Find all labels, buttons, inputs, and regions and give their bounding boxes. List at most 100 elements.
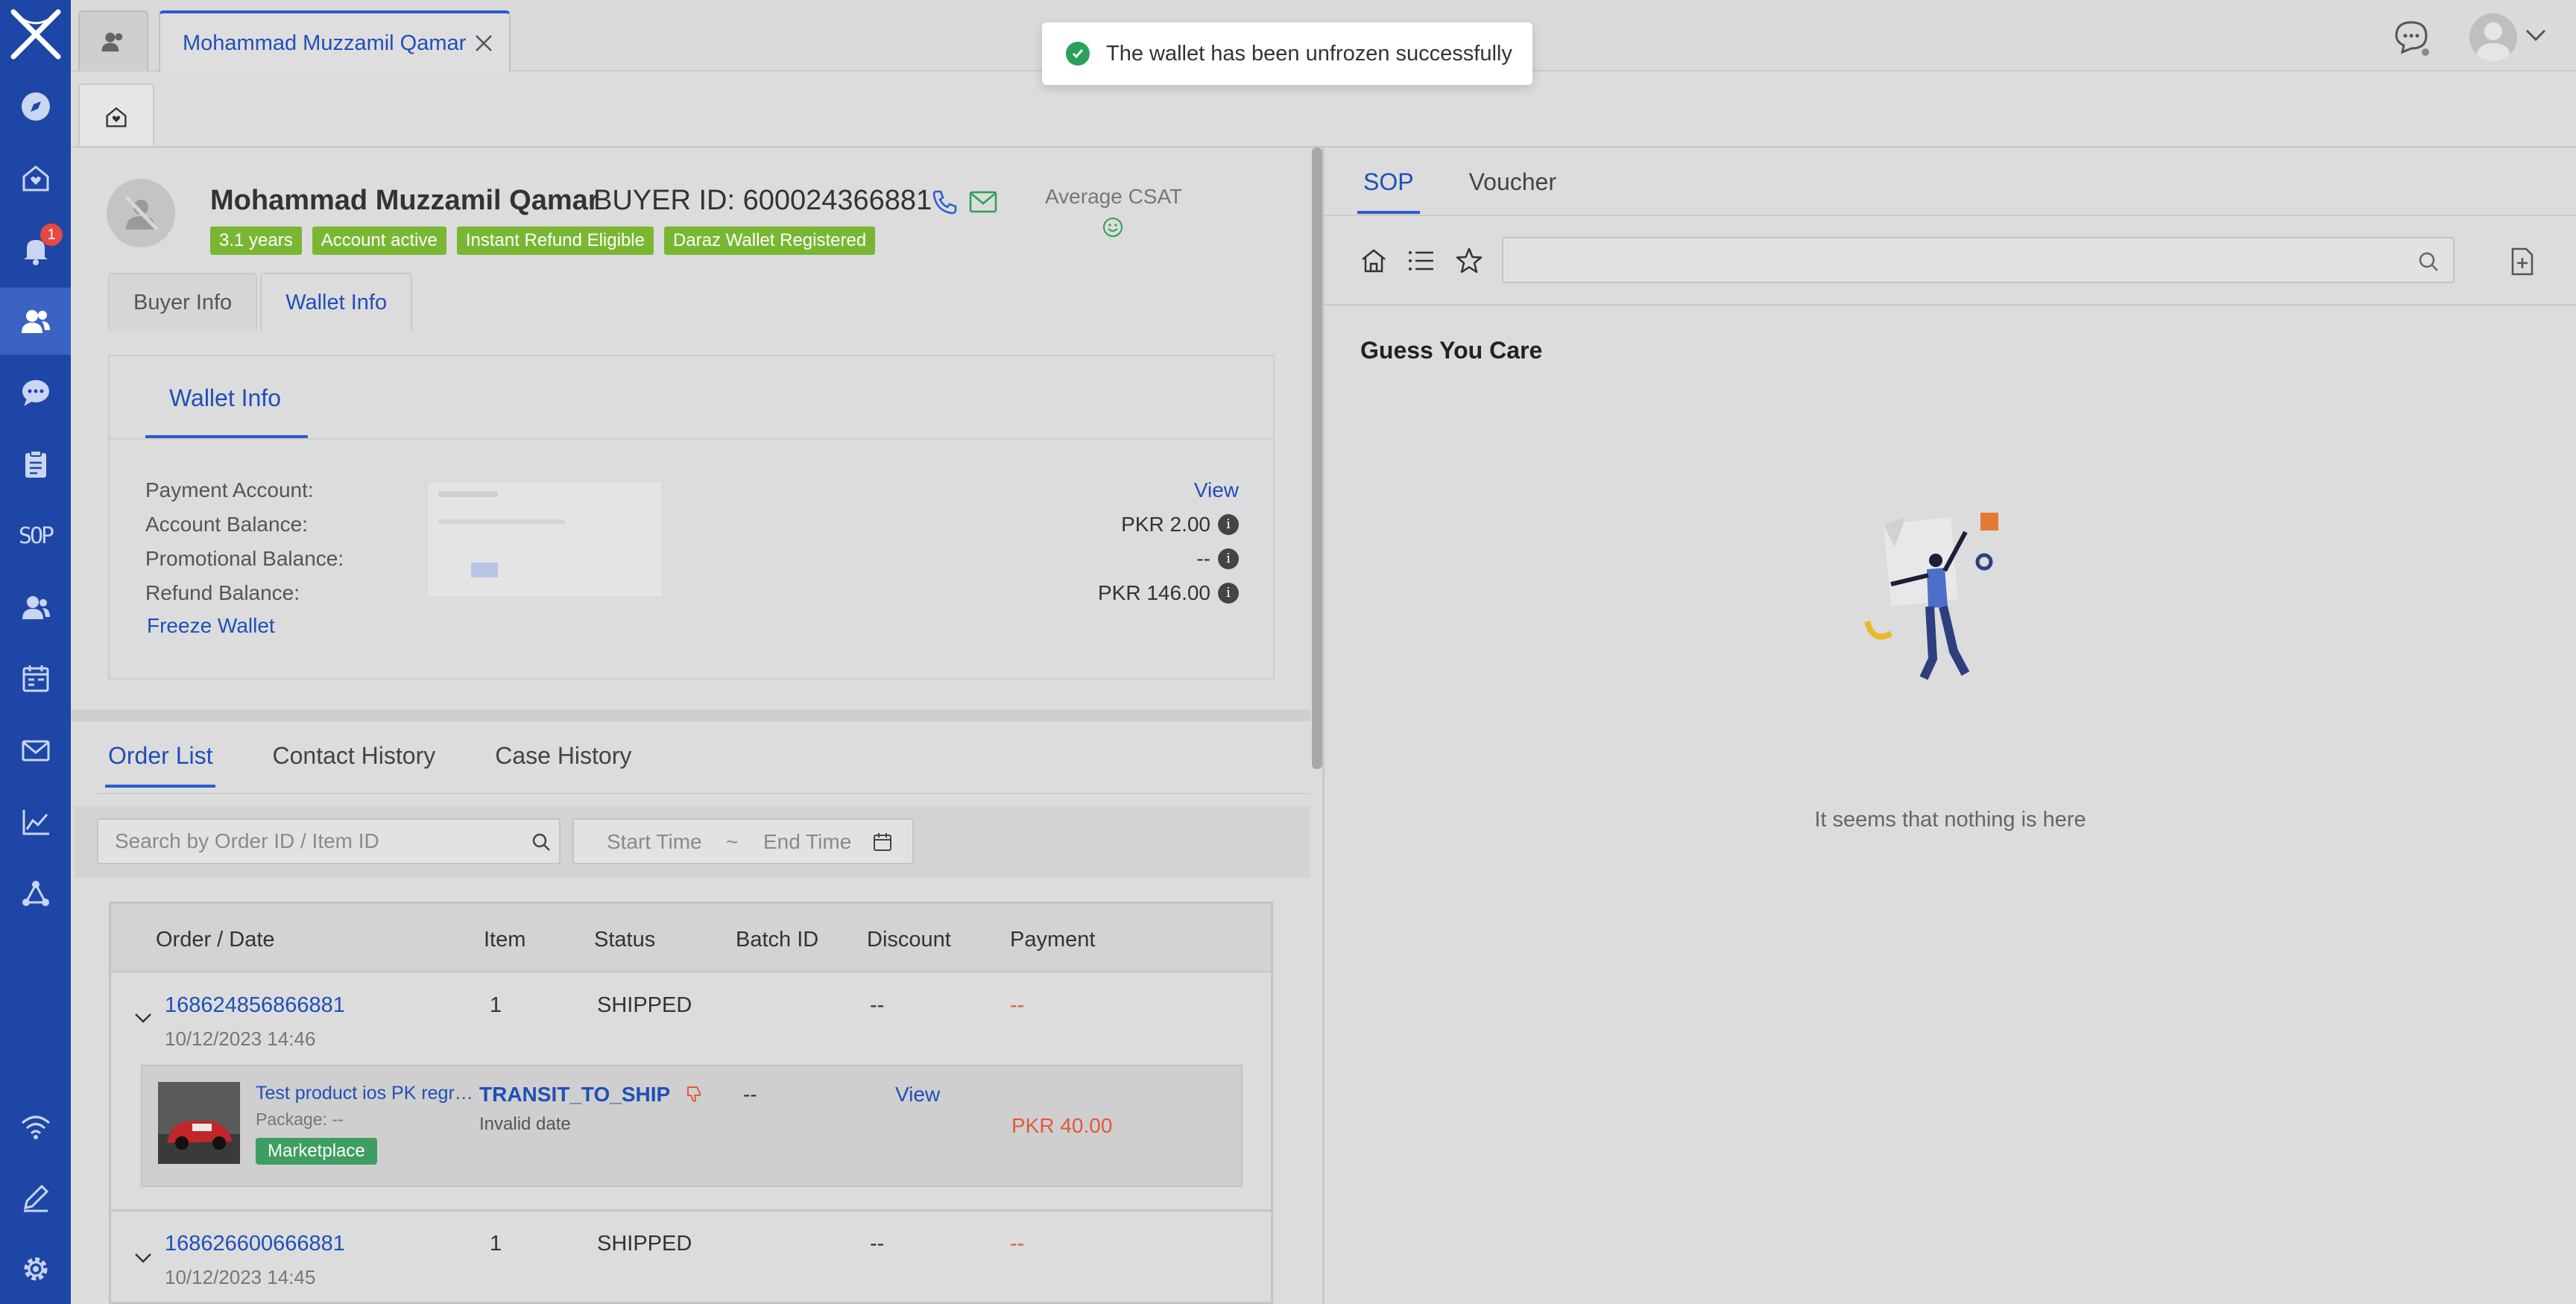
notification-badge: 1 bbox=[40, 224, 63, 246]
sidebar: 1 SOP bbox=[0, 0, 71, 1304]
search-icon[interactable] bbox=[531, 832, 552, 852]
tab-case-history[interactable]: Case History bbox=[495, 742, 631, 788]
order-item-count: 1 bbox=[490, 993, 502, 1017]
sidebar-item-customers[interactable] bbox=[0, 288, 71, 355]
thumbs-down-icon[interactable] bbox=[685, 1084, 704, 1104]
sidebar-item-network[interactable] bbox=[0, 860, 71, 927]
order-payment: -- bbox=[1010, 993, 1025, 1017]
order-date: 10/12/2023 14:46 bbox=[165, 1028, 316, 1050]
sidebar-item-edit[interactable] bbox=[0, 1164, 71, 1231]
sidebar-item-connection[interactable] bbox=[0, 1092, 71, 1159]
info-icon[interactable]: i bbox=[1218, 514, 1239, 535]
column-payment: Payment bbox=[1010, 928, 1096, 952]
sidebar-item-agents[interactable] bbox=[0, 574, 71, 641]
sop-panel: SOP Voucher Guess You Care It seems that… bbox=[1325, 148, 2576, 1304]
scrollbar[interactable] bbox=[1312, 148, 1322, 769]
buyer-id: BUYER ID: 600024366881 bbox=[593, 185, 932, 216]
home-tab[interactable] bbox=[78, 83, 154, 149]
tag-tenure: 3.1 years bbox=[210, 227, 302, 255]
person-icon bbox=[22, 596, 50, 619]
user-slash-icon bbox=[124, 195, 159, 231]
table-row: 168624856866881 10/12/2023 14:46 1 SHIPP… bbox=[111, 972, 1271, 1211]
sidebar-item-chat[interactable] bbox=[0, 359, 71, 426]
order-discount: -- bbox=[870, 993, 885, 1017]
user-avatar[interactable] bbox=[2469, 13, 2517, 61]
sidebar-item-schedule[interactable] bbox=[0, 645, 71, 712]
line-item-status[interactable]: TRANSIT_TO_SHIP bbox=[479, 1083, 670, 1107]
table-row: 168626600666881 10/12/2023 14:45 1 SHIPP… bbox=[111, 1212, 1271, 1302]
wifi-icon bbox=[21, 1115, 50, 1139]
chevron-down-icon[interactable] bbox=[133, 1251, 153, 1265]
refund-balance-label: Refund Balance: bbox=[145, 581, 300, 604]
divider bbox=[110, 438, 1273, 440]
customer-name: Mohammad Muzzamil Qamar bbox=[210, 185, 599, 216]
sidebar-item-home[interactable] bbox=[0, 145, 71, 212]
order-id-link[interactable]: 168624856866881 bbox=[165, 993, 345, 1018]
divider bbox=[97, 793, 1310, 794]
sidebar-item-tasks[interactable] bbox=[0, 431, 71, 498]
home-heart-icon bbox=[106, 107, 127, 127]
promotional-balance-label: Promotional Balance: bbox=[145, 547, 344, 570]
app-logo-icon[interactable] bbox=[7, 6, 64, 63]
order-table: Order / Date Item Status Batch ID Discou… bbox=[109, 902, 1273, 1304]
close-icon[interactable] bbox=[473, 33, 494, 54]
tab-customers-home[interactable] bbox=[78, 10, 148, 72]
sidebar-item-sop[interactable]: SOP bbox=[0, 502, 71, 569]
clipboard-icon bbox=[25, 450, 46, 478]
order-search-input[interactable]: Search by Order ID / Item ID bbox=[97, 818, 561, 864]
pencil-icon bbox=[23, 1184, 48, 1212]
sidebar-item-settings[interactable] bbox=[0, 1235, 71, 1303]
tab-order-list[interactable]: Order List bbox=[104, 742, 216, 788]
wallet-card-title[interactable]: Wallet Info bbox=[169, 384, 281, 412]
sidebar-item-reports[interactable] bbox=[0, 788, 71, 855]
star-icon[interactable] bbox=[1454, 246, 1484, 276]
tab-sop[interactable]: SOP bbox=[1357, 168, 1420, 214]
search-placeholder: Search by Order ID / Item ID bbox=[115, 829, 379, 852]
product-thumbnail[interactable] bbox=[157, 1081, 241, 1165]
email-icon[interactable] bbox=[969, 191, 997, 213]
order-status: SHIPPED bbox=[597, 993, 692, 1017]
info-icon[interactable]: i bbox=[1218, 583, 1239, 604]
tag-account-status: Account active bbox=[312, 227, 446, 255]
search-icon[interactable] bbox=[2417, 250, 2440, 273]
section-divider bbox=[71, 709, 1310, 721]
sidebar-item-mail[interactable] bbox=[0, 717, 71, 784]
chat-icon bbox=[22, 380, 49, 406]
message-icon[interactable] bbox=[2390, 16, 2432, 58]
tab-wallet-info[interactable]: Wallet Info bbox=[260, 273, 413, 331]
users-icon bbox=[101, 32, 123, 52]
phone-icon[interactable] bbox=[930, 188, 959, 216]
sidebar-item-explore[interactable] bbox=[0, 73, 71, 140]
payment-account-label: Payment Account: bbox=[145, 478, 314, 501]
table-header: Order / Date Item Status Batch ID Discou… bbox=[111, 904, 1271, 972]
payment-account-view-link[interactable]: View bbox=[1194, 478, 1239, 502]
document-add-icon[interactable] bbox=[2510, 247, 2535, 276]
order-id-link[interactable]: 168626600666881 bbox=[165, 1232, 345, 1256]
chevron-down-icon[interactable] bbox=[2525, 27, 2547, 43]
freeze-wallet-link[interactable]: Freeze Wallet bbox=[147, 614, 275, 638]
info-icon[interactable]: i bbox=[1218, 548, 1239, 569]
date-range-picker[interactable]: Start Time ~ End Time bbox=[572, 818, 914, 864]
product-title-link[interactable]: Test product ios PK regression bbox=[256, 1083, 476, 1104]
tab-voucher[interactable]: Voucher bbox=[1466, 168, 1559, 214]
line-item-view-link[interactable]: View bbox=[895, 1083, 940, 1107]
calendar-icon[interactable] bbox=[872, 832, 893, 852]
home-icon[interactable] bbox=[1359, 246, 1389, 276]
end-time-placeholder[interactable]: End Time bbox=[763, 830, 851, 854]
chart-icon bbox=[22, 810, 49, 835]
start-time-placeholder[interactable]: Start Time bbox=[607, 830, 702, 854]
tab-contact-history[interactable]: Contact History bbox=[272, 742, 435, 788]
order-line-item: Test product ios PK regression Package: … bbox=[141, 1065, 1243, 1187]
line-item-price: PKR 40.00 bbox=[1011, 1114, 1113, 1137]
list-icon[interactable] bbox=[1407, 246, 1436, 276]
tab-customer-profile[interactable]: Mohammad Muzzamil Qamar bbox=[159, 10, 511, 73]
check-circle-icon bbox=[1066, 42, 1090, 66]
sidebar-item-notifications[interactable]: 1 bbox=[0, 216, 71, 283]
wallet-info-card: Wallet Info Payment Account: View Accoun… bbox=[108, 355, 1275, 680]
sop-search-input[interactable] bbox=[1502, 237, 2455, 283]
tab-buyer-info[interactable]: Buyer Info bbox=[108, 273, 258, 331]
chevron-down-icon[interactable] bbox=[133, 1011, 153, 1025]
column-order-date: Order / Date bbox=[156, 928, 275, 952]
users-icon bbox=[21, 310, 50, 333]
column-status: Status bbox=[594, 928, 656, 952]
